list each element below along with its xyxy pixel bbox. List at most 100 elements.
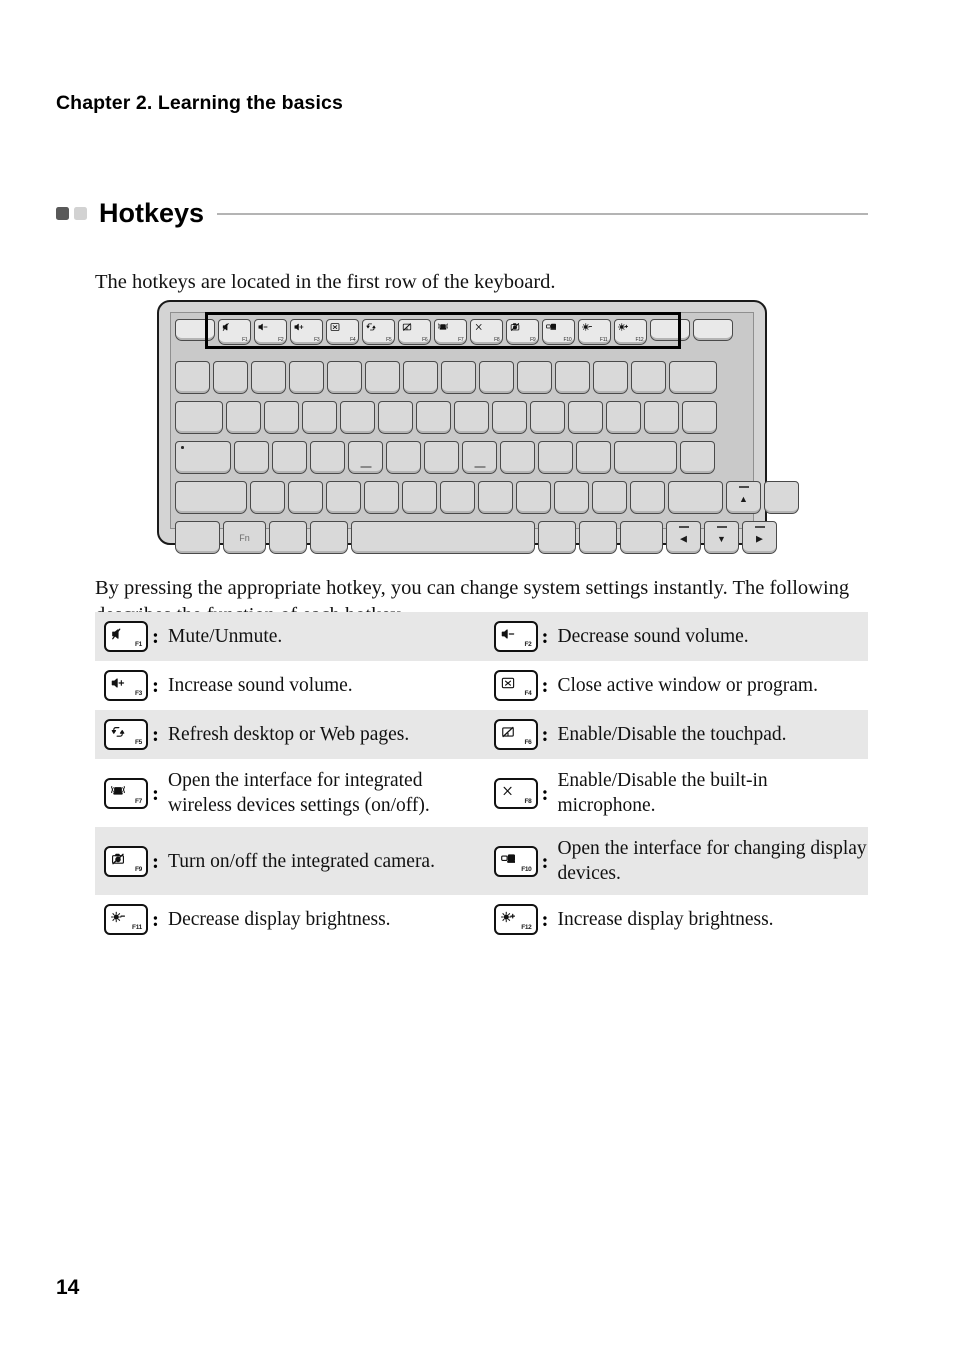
- keyboard-key-arrow-right[interactable]: ▶: [742, 521, 777, 554]
- keyboard-key[interactable]: [386, 441, 421, 474]
- keyboard-key[interactable]: [250, 481, 285, 514]
- keyboard-key-tab[interactable]: [175, 401, 223, 434]
- keyboard-key-f8[interactable]: F8: [470, 319, 503, 345]
- keyboard-key-ctrl-right[interactable]: [620, 521, 663, 554]
- keyboard-key[interactable]: [500, 441, 535, 474]
- keyboard-key-arrow-up[interactable]: ▲: [726, 481, 761, 514]
- keyboard-key[interactable]: [682, 401, 717, 434]
- keyboard-key-arrow-left[interactable]: ◀: [666, 521, 701, 554]
- bullet-square-light-icon: [74, 206, 87, 220]
- keyboard-key[interactable]: [378, 401, 413, 434]
- keyboard-key[interactable]: [462, 441, 497, 474]
- keyboard-key-f3[interactable]: F3: [290, 319, 323, 345]
- keyboard-key-number: F10: [563, 337, 572, 343]
- keyboard-key-f11[interactable]: F11: [578, 319, 611, 345]
- keyboard-key[interactable]: [576, 441, 611, 474]
- keyboard-key-f2[interactable]: F2: [254, 319, 287, 345]
- keyboard-key-capslock[interactable]: [175, 441, 231, 474]
- keyboard-key[interactable]: [479, 361, 514, 394]
- keyboard-key-f6[interactable]: F6: [398, 319, 431, 345]
- hotkey-description: Mute/Unmute.: [168, 626, 283, 647]
- keyboard-key-delete[interactable]: [693, 319, 733, 341]
- keyboard-key-f4[interactable]: F4: [326, 319, 359, 345]
- hotkey-keycap-f3: F3: [104, 670, 148, 701]
- keyboard-key[interactable]: [454, 401, 489, 434]
- keyboard-key-win[interactable]: [269, 521, 307, 554]
- keyboard-key[interactable]: [592, 481, 627, 514]
- keyboard-key[interactable]: [568, 401, 603, 434]
- keyboard-key-f1[interactable]: F1: [218, 319, 251, 345]
- keyboard-key[interactable]: [251, 361, 286, 394]
- keyboard-key[interactable]: [606, 401, 641, 434]
- keyboard-key[interactable]: [478, 481, 513, 514]
- touchpad-toggle-icon: [402, 322, 412, 332]
- keyboard-key[interactable]: [326, 481, 361, 514]
- keyboard-key[interactable]: [365, 361, 400, 394]
- keyboard-key-esc[interactable]: [175, 319, 215, 341]
- keyboard-key-ctrl[interactable]: [175, 521, 220, 554]
- keyboard-key[interactable]: [340, 401, 375, 434]
- keyboard-key-number: F5: [386, 337, 392, 343]
- keyboard-key-arrow-down[interactable]: ▼: [704, 521, 739, 554]
- keyboard-key[interactable]: [302, 401, 337, 434]
- keyboard-key-shift-right[interactable]: [668, 481, 723, 514]
- keyboard-key-insert[interactable]: [650, 319, 690, 341]
- keyboard-key[interactable]: [264, 401, 299, 434]
- keyboard-key-space[interactable]: [351, 521, 535, 554]
- keyboard-key-menu[interactable]: [579, 521, 617, 554]
- keyboard-key[interactable]: [680, 441, 715, 474]
- keyboard-key-f12[interactable]: F12: [614, 319, 647, 345]
- keyboard-key[interactable]: [175, 361, 210, 394]
- keyboard-key[interactable]: [424, 441, 459, 474]
- keyboard-key[interactable]: [631, 361, 666, 394]
- keyboard-key[interactable]: [416, 401, 451, 434]
- keyboard-key-alt-left[interactable]: [310, 521, 348, 554]
- hotkey-separator: :: [541, 848, 549, 873]
- keyboard-key[interactable]: [441, 361, 476, 394]
- keyboard-key-enter[interactable]: [614, 441, 677, 474]
- keyboard-function-row: F1 F2 F3 F4 F5 F6 F7 F8 F9 F10 F11 F12: [175, 319, 733, 345]
- keyboard-key[interactable]: [213, 361, 248, 394]
- keyboard-key-arrow-up-icon: ▲: [739, 494, 748, 505]
- hotkey-table: F1: Mute/Unmute. F2: Decrease sound volume.…: [95, 612, 868, 944]
- keyboard-key-f7[interactable]: F7: [434, 319, 467, 345]
- keyboard-key-shift-left[interactable]: [175, 481, 247, 514]
- keyboard-key[interactable]: [403, 361, 438, 394]
- microphone-toggle-icon: [474, 322, 484, 332]
- keyboard-key[interactable]: [644, 401, 679, 434]
- keyboard-key[interactable]: [440, 481, 475, 514]
- keyboard-key[interactable]: [364, 481, 399, 514]
- keyboard-key[interactable]: [669, 361, 717, 394]
- keyboard-key[interactable]: [348, 441, 383, 474]
- keyboard-key[interactable]: [764, 481, 799, 514]
- keyboard-key[interactable]: [327, 361, 362, 394]
- keyboard-key-f9[interactable]: F9: [506, 319, 539, 345]
- keyboard-key[interactable]: [310, 441, 345, 474]
- hotkey-keycap-number: F3: [135, 690, 142, 697]
- keyboard-key[interactable]: [555, 361, 590, 394]
- keyboard-key[interactable]: [289, 361, 324, 394]
- keyboard-key[interactable]: [288, 481, 323, 514]
- keyboard-key[interactable]: [492, 401, 527, 434]
- keyboard-key-f10[interactable]: F10: [542, 319, 575, 345]
- hotkey-entry: F4: Close active window or program.: [482, 661, 869, 710]
- keyboard-key[interactable]: [538, 441, 573, 474]
- hotkey-table-row: F9: Turn on/off the integrated camera. F10…: [95, 827, 868, 895]
- keyboard-key[interactable]: [272, 441, 307, 474]
- keyboard-key-f5[interactable]: F5: [362, 319, 395, 345]
- keyboard-key-fn[interactable]: Fn: [223, 521, 266, 554]
- keyboard-key[interactable]: [517, 361, 552, 394]
- keyboard-key[interactable]: [593, 361, 628, 394]
- keyboard-key[interactable]: [554, 481, 589, 514]
- keyboard-key-alt-right[interactable]: [538, 521, 576, 554]
- chapter-title: Chapter 2. Learning the basics: [56, 92, 343, 114]
- keyboard-key[interactable]: [234, 441, 269, 474]
- keyboard-key[interactable]: [402, 481, 437, 514]
- keyboard-key[interactable]: [226, 401, 261, 434]
- keyboard-key[interactable]: [630, 481, 665, 514]
- keyboard-key-number: F11: [599, 337, 608, 343]
- keyboard-key[interactable]: [516, 481, 551, 514]
- hotkey-description: Increase display brightness.: [557, 909, 774, 930]
- keyboard-key[interactable]: [530, 401, 565, 434]
- hotkey-table-row: F7: Open the interface for integrated wir…: [95, 759, 868, 827]
